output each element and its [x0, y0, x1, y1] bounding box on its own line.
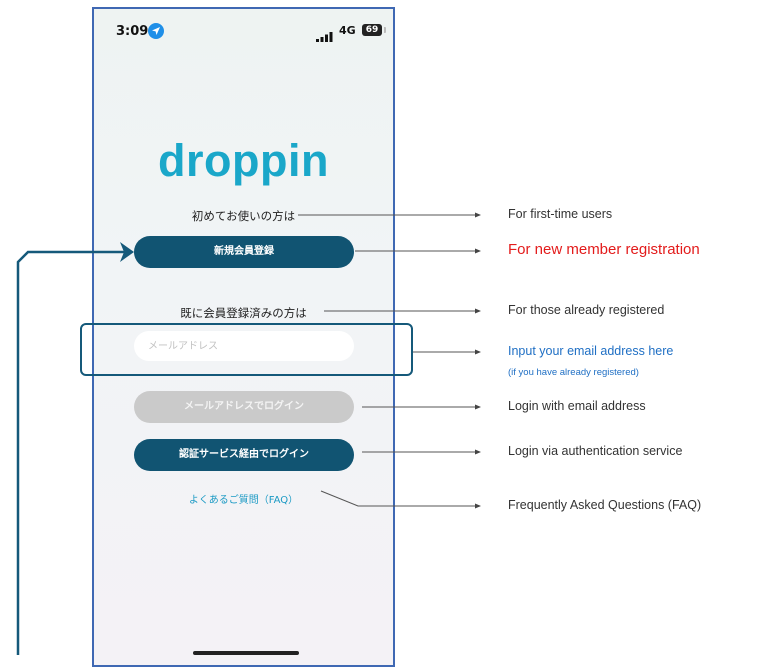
- annotation-login-auth: Login via authentication service: [508, 444, 683, 458]
- annotation-arrows: [16, 212, 481, 655]
- annotation-input-email-sub: (if you have already registered): [508, 367, 639, 378]
- annotation-first-time: For first-time users: [508, 207, 613, 221]
- annotation-new-member: For new member registration: [508, 241, 700, 258]
- annotation-faq: Frequently Asked Questions (FAQ): [508, 498, 702, 512]
- annotation-already-registered: For those already registered: [508, 303, 665, 317]
- annotation-input-email: Input your email address here: [508, 344, 674, 358]
- arrow-side-bracket: [16, 250, 125, 655]
- arrow-faq: [320, 490, 481, 509]
- annotation-login-email: Login with email address: [508, 399, 646, 413]
